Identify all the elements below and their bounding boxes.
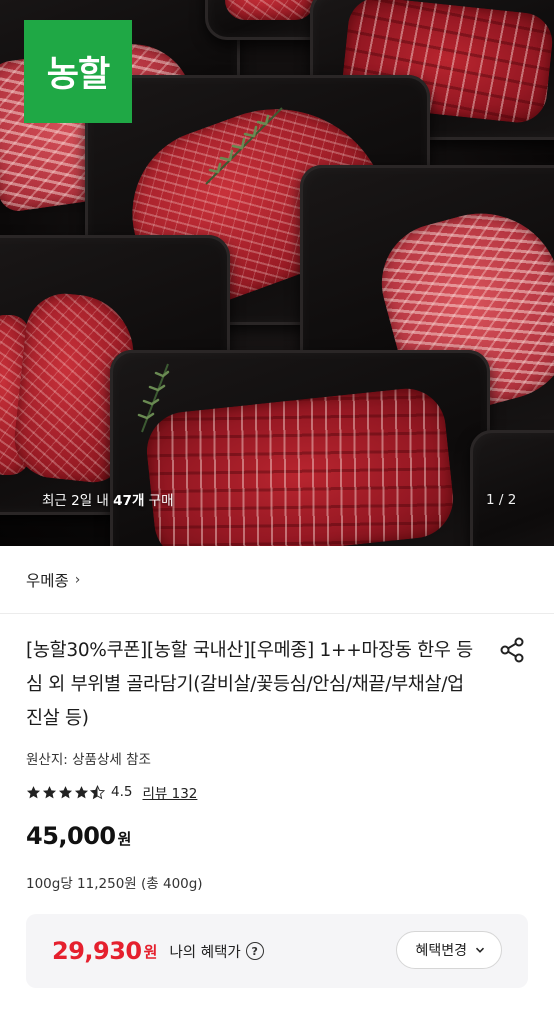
benefit-price-box: 29,930 원 나의 혜택가 ? 혜택변경: [26, 914, 528, 988]
benefit-label: 나의 혜택가: [169, 944, 241, 961]
benefit-price-currency: 원: [143, 942, 158, 961]
star-icon: [58, 785, 73, 798]
origin-info: 원산지: 상품상세 참조: [26, 752, 151, 768]
change-benefit-button[interactable]: 혜택변경: [396, 931, 502, 969]
rosemary-garnish: [137, 363, 170, 433]
price-row: 45,000 원: [26, 822, 528, 850]
meat-cut: [225, 0, 315, 20]
question-icon[interactable]: ?: [245, 942, 264, 960]
image-pager-indicator: 1 / 2: [486, 492, 517, 508]
share-icon[interactable]: [498, 636, 526, 664]
recent-purchase-count: 47개: [113, 493, 145, 509]
logo-text: 농할: [46, 55, 110, 95]
meat-tray: [470, 430, 554, 546]
benefit-price: 29,930: [52, 937, 142, 965]
chevron-down-icon: [475, 947, 485, 953]
recent-purchase-suffix: 구매: [144, 493, 174, 509]
chevron-right-icon: ›: [74, 571, 81, 588]
product-image-carousel[interactable]: 농할 최근 2일 내 47개 구매 1 / 2: [0, 0, 554, 546]
star-icon: [42, 785, 57, 798]
price-currency: 원: [117, 830, 132, 848]
review-link[interactable]: 리뷰 132: [142, 782, 197, 802]
product-title: [농할30%쿠폰][농할 국내산][우메종] 1++마장동 한우 등심 외 부위…: [26, 640, 473, 729]
original-price: 45,000: [26, 822, 116, 850]
unit-price: 100g당 11,250원 (총 400g): [26, 876, 203, 892]
rating-value: 4.5: [111, 784, 133, 800]
rating-stars: [26, 784, 105, 800]
star-half-icon: [90, 784, 105, 799]
recent-purchase-prefix: 최근 2일 내: [42, 493, 114, 509]
nonghal-logo: 농할: [24, 20, 132, 123]
star-icon: [26, 785, 41, 798]
change-benefit-label: 혜택변경: [415, 943, 467, 959]
rosemary-garnish: [205, 107, 283, 185]
brand-name: 우메종: [26, 571, 69, 590]
product-info: [농할30%쿠폰][농할 국내산][우메종] 1++마장동 한우 등심 외 부위…: [0, 614, 554, 988]
recent-purchase-text: 최근 2일 내 47개 구매: [42, 489, 174, 509]
rating-row: 4.5 리뷰 132: [26, 782, 528, 802]
brand-store-link[interactable]: 우메종 ›: [0, 546, 554, 614]
star-icon: [74, 785, 89, 798]
